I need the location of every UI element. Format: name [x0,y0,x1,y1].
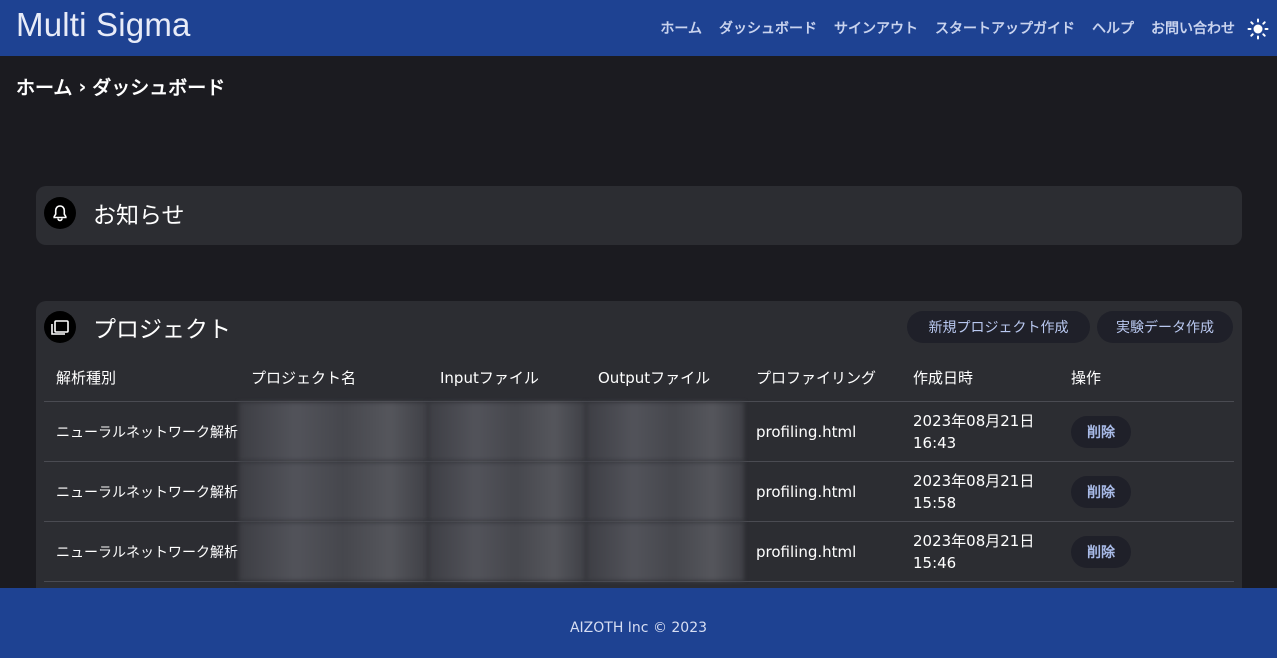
app-header: Multi Sigma ホーム ダッシュボード サインアウト スタートアップガイ… [0,0,1277,56]
input-file-redacted [428,461,586,522]
main-nav: ホーム ダッシュボード サインアウト スタートアップガイド ヘルプ お問い合わせ [660,18,1235,38]
table-row: ニューラルネットワーク解析 profiling.html 2023年08月21日… [44,401,1234,462]
profiling-link[interactable]: profiling.html [744,401,901,462]
projects-card: プロジェクト 新規プロジェクト作成 実験データ作成 解析種別 プロジェクト名 I… [36,301,1242,601]
output-file-redacted [586,521,744,582]
projects-table: 解析種別 プロジェクト名 Inputファイル Outputファイル プロファイリ… [44,354,1234,582]
nav-help[interactable]: ヘルプ [1092,18,1134,38]
created-date: 2023年08月21日 [913,471,1035,490]
delete-button[interactable]: 削除 [1071,415,1131,448]
nav-home[interactable]: ホーム [660,18,702,38]
created-at: 2023年08月21日 15:46 [901,521,1059,582]
column-header-project-name[interactable]: プロジェクト名 [239,354,428,402]
input-file-redacted [428,521,586,582]
profiling-link[interactable]: profiling.html [744,521,901,582]
analysis-type: ニューラルネットワーク解析 [44,401,239,462]
notice-card: お知らせ [36,186,1242,245]
actions-cell: 削除 [1059,521,1234,582]
table-row: ニューラルネットワーク解析 profiling.html 2023年08月21日… [44,521,1234,582]
bell-icon [44,197,76,229]
column-header-output-file[interactable]: Outputファイル [586,354,744,402]
brand-logo[interactable]: Multi Sigma [16,6,191,44]
nav-signout[interactable]: サインアウト [834,18,918,38]
projects-title: プロジェクト [93,317,231,343]
output-file-redacted [586,401,744,462]
app-footer: AIZOTH Inc © 2023 [0,588,1277,658]
analysis-type: ニューラルネットワーク解析 [44,521,239,582]
actions-cell: 削除 [1059,401,1234,462]
column-header-actions: 操作 [1059,354,1234,402]
nav-dashboard[interactable]: ダッシュボード [719,18,817,38]
input-file-redacted [428,401,586,462]
created-time: 15:58 [913,493,957,512]
created-time: 16:43 [913,433,957,452]
table-row: ニューラルネットワーク解析 profiling.html 2023年08月21日… [44,461,1234,522]
column-header-input-file[interactable]: Inputファイル [428,354,586,402]
nav-startup-guide[interactable]: スタートアップガイド [935,18,1075,38]
output-file-redacted [586,461,744,522]
created-at: 2023年08月21日 15:58 [901,461,1059,522]
breadcrumb: ホーム › ダッシュボード [16,73,225,100]
new-project-button[interactable]: 新規プロジェクト作成 [907,311,1090,343]
folders-icon [44,311,76,343]
breadcrumb-separator: › [78,75,87,98]
nav-contact[interactable]: お問い合わせ [1151,18,1235,38]
sun-icon[interactable] [1247,18,1269,40]
created-time: 15:46 [913,553,957,572]
notice-title: お知らせ [93,203,185,229]
column-header-created-at[interactable]: 作成日時 [901,354,1059,402]
created-date: 2023年08月21日 [913,411,1035,430]
footer-copyright: AIZOTH Inc © 2023 [569,620,708,636]
project-name-redacted [239,461,428,522]
breadcrumb-home[interactable]: ホーム [16,73,72,100]
table-header-row: 解析種別 プロジェクト名 Inputファイル Outputファイル プロファイリ… [44,354,1234,402]
project-name-redacted [239,401,428,462]
breadcrumb-dashboard[interactable]: ダッシュボード [92,73,225,100]
project-name-redacted [239,521,428,582]
created-at: 2023年08月21日 16:43 [901,401,1059,462]
delete-button[interactable]: 削除 [1071,475,1131,508]
delete-button[interactable]: 削除 [1071,535,1131,568]
actions-cell: 削除 [1059,461,1234,522]
profiling-link[interactable]: profiling.html [744,461,901,522]
column-header-type[interactable]: 解析種別 [44,354,239,402]
analysis-type: ニューラルネットワーク解析 [44,461,239,522]
new-experiment-data-button[interactable]: 実験データ作成 [1097,311,1233,343]
column-header-profiling[interactable]: プロファイリング [744,354,901,402]
created-date: 2023年08月21日 [913,531,1035,550]
